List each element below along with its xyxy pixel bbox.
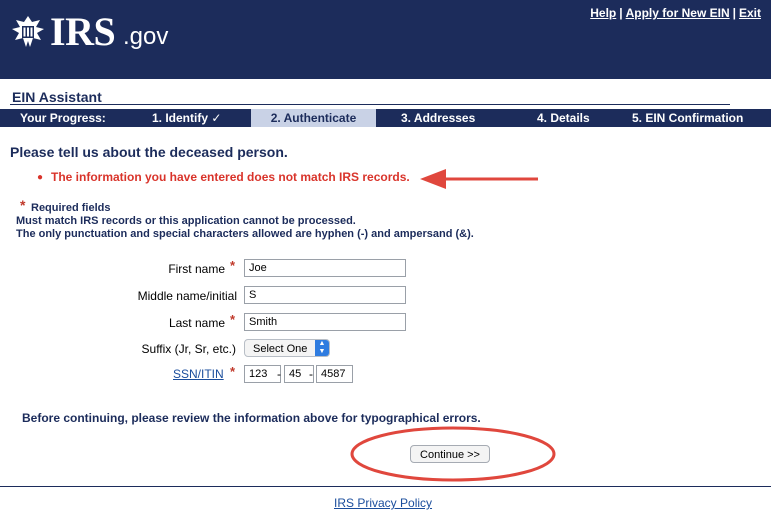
progress-step-details: 4. Details (537, 111, 590, 125)
instructions: Must match IRS records or this applicati… (16, 215, 474, 241)
progress-bar: Your Progress: 1. Identify ✓ 2. Authenti… (0, 109, 771, 127)
progress-step-authenticate: 2. Authenticate (251, 109, 376, 127)
suffix-select[interactable]: Select One ▲ ▼ (244, 339, 330, 357)
help-link[interactable]: Help (590, 6, 616, 20)
first-name-input[interactable]: Joe (244, 259, 406, 277)
last-name-input[interactable]: Smith (244, 313, 406, 331)
form-prompt: Please tell us about the deceased person… (10, 144, 288, 160)
required-fields-note: Required fields (31, 202, 111, 214)
suffix-label: Suffix (Jr, Sr, etc.) (141, 342, 236, 356)
top-links: Help | Apply for New EIN | Exit (590, 6, 761, 20)
progress-step-ein-confirmation: 5. EIN Confirmation (632, 111, 744, 125)
select-arrows-icon: ▲ ▼ (315, 340, 329, 356)
continue-button[interactable]: Continue >> (410, 445, 490, 463)
irs-eagle-logo-icon (12, 16, 44, 47)
page-title: EIN Assistant (12, 89, 102, 105)
gov-logo-suffix: .gov (123, 23, 169, 50)
ssn-dash: - (309, 367, 313, 381)
instruction-line: The only punctuation and special charact… (16, 228, 474, 240)
suffix-selected-value: Select One (253, 343, 308, 355)
irs-logo-text: IRS (50, 9, 116, 54)
required-asterisk-icon: * (20, 197, 26, 213)
required-asterisk-icon: * (230, 364, 236, 379)
apply-new-ein-link[interactable]: Apply for New EIN (626, 6, 730, 20)
ssn-itin-link[interactable]: SSN/ITIN (173, 367, 224, 381)
progress-label: Your Progress: (20, 111, 106, 125)
required-asterisk-icon: * (230, 258, 236, 273)
middle-name-label: Middle name/initial (137, 289, 237, 303)
middle-name-input[interactable]: S (244, 286, 406, 304)
exit-link[interactable]: Exit (739, 6, 761, 20)
privacy-policy-link[interactable]: IRS Privacy Policy (334, 496, 432, 510)
required-asterisk-icon: * (230, 312, 236, 327)
review-instruction: Before continuing, please review the inf… (22, 411, 481, 425)
error-bullet-icon: ● (37, 172, 44, 183)
link-separator: | (619, 6, 623, 20)
ssn-dash: - (277, 367, 281, 381)
first-name-label: First name (168, 262, 225, 276)
title-divider (10, 104, 730, 105)
progress-step-identify: 1. Identify ✓ (152, 111, 222, 125)
link-separator: | (732, 6, 736, 20)
site-header: IRS .gov Help | Apply for New EIN | Exit (0, 0, 771, 79)
last-name-label: Last name (168, 316, 225, 330)
progress-step-addresses: 3. Addresses (401, 111, 476, 125)
ssn-part3-input[interactable]: 4587 (316, 365, 353, 383)
instruction-line: Must match IRS records or this applicati… (16, 215, 356, 227)
red-arrow-icon (420, 169, 538, 189)
footer-divider (0, 486, 771, 487)
ssn-part1-input[interactable]: 123 (244, 365, 281, 383)
error-message: The information you have entered does no… (51, 170, 410, 184)
